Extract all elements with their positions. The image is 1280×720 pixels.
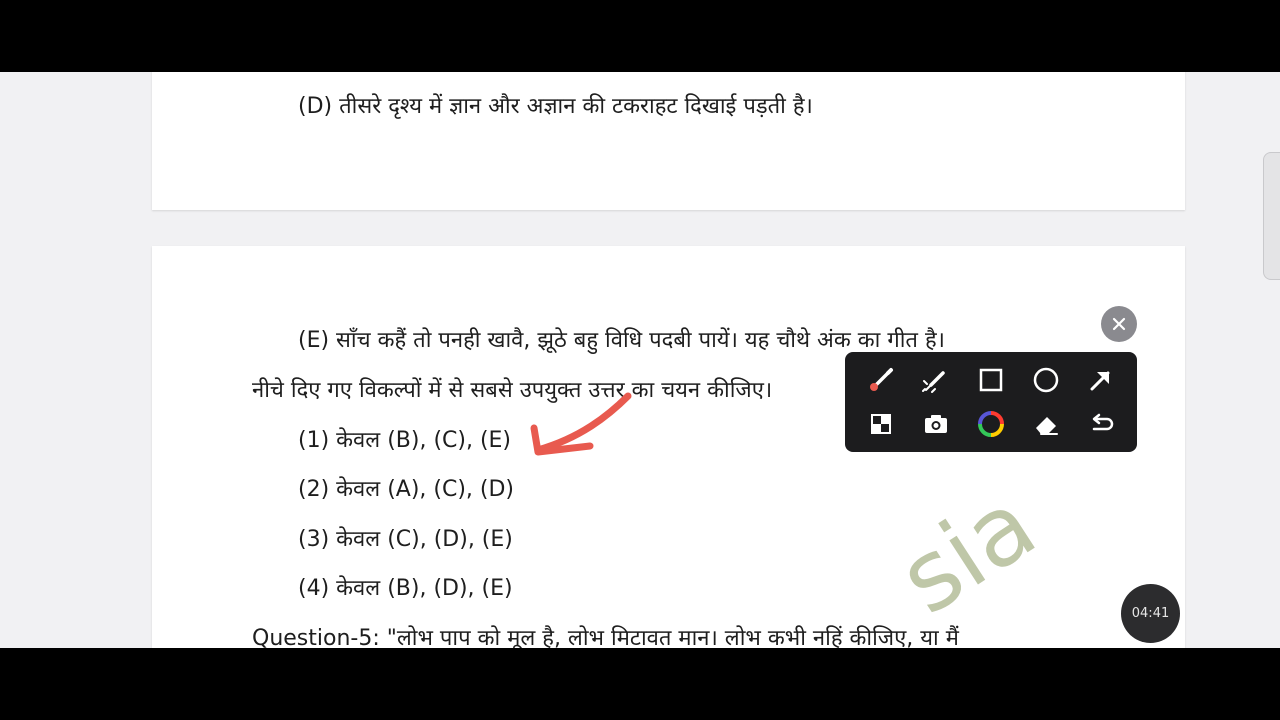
option-3: (3) केवल (C), (D), (E) bbox=[298, 527, 513, 552]
arrow-icon bbox=[1090, 371, 1110, 391]
option-2: (2) केवल (A), (C), (D) bbox=[298, 477, 515, 502]
mosaic-icon bbox=[871, 414, 891, 434]
question-instruction: नीचे दिए गए विकल्पों में से सबसे उपयुक्त… bbox=[252, 378, 773, 403]
close-toolbar-button[interactable] bbox=[1101, 306, 1137, 342]
pen-icon bbox=[870, 368, 893, 391]
highlighter-tool-button[interactable] bbox=[918, 362, 954, 398]
highlighter-icon bbox=[922, 371, 945, 393]
screenshot-tool-button[interactable] bbox=[918, 406, 954, 442]
statement-e: (E) साँच कहैं तो पनही खावै, झूठे बहु विध… bbox=[298, 328, 945, 353]
option-4: (4) केवल (B), (D), (E) bbox=[298, 576, 513, 601]
rectangle-icon bbox=[979, 368, 1003, 392]
camera-icon bbox=[925, 415, 947, 433]
annotation-toolbar bbox=[845, 352, 1137, 452]
undo-button[interactable] bbox=[1083, 406, 1119, 442]
rectangle-tool-button[interactable] bbox=[973, 362, 1009, 398]
mosaic-tool-button[interactable] bbox=[863, 406, 899, 442]
statement-d: (D) तीसरे दृश्य में ज्ञान और अज्ञान की ट… bbox=[298, 94, 813, 119]
undo-icon bbox=[1092, 413, 1114, 431]
pen-annotation-arrow bbox=[530, 392, 632, 456]
color-picker-button[interactable] bbox=[973, 406, 1009, 442]
circle-tool-button[interactable] bbox=[1028, 362, 1064, 398]
page-card: (D) तीसरे दृश्य में ज्ञान और अज्ञान की ट… bbox=[152, 72, 1185, 210]
recording-timer[interactable]: 04:41 bbox=[1121, 584, 1180, 643]
close-icon bbox=[1112, 317, 1126, 331]
eraser-icon bbox=[1036, 417, 1058, 435]
next-question: Question-5: "लोभ पाप को मूल है, लोभ मिटा… bbox=[252, 626, 959, 648]
scrollbar-thumb[interactable] bbox=[1263, 152, 1280, 280]
color-wheel-icon bbox=[978, 411, 1004, 437]
pen-tool-button[interactable] bbox=[863, 362, 899, 398]
arrow-tool-button[interactable] bbox=[1083, 362, 1119, 398]
eraser-tool-button[interactable] bbox=[1028, 406, 1064, 442]
option-1: (1) केवल (B), (C), (E) bbox=[298, 428, 512, 453]
circle-icon bbox=[1033, 367, 1059, 393]
